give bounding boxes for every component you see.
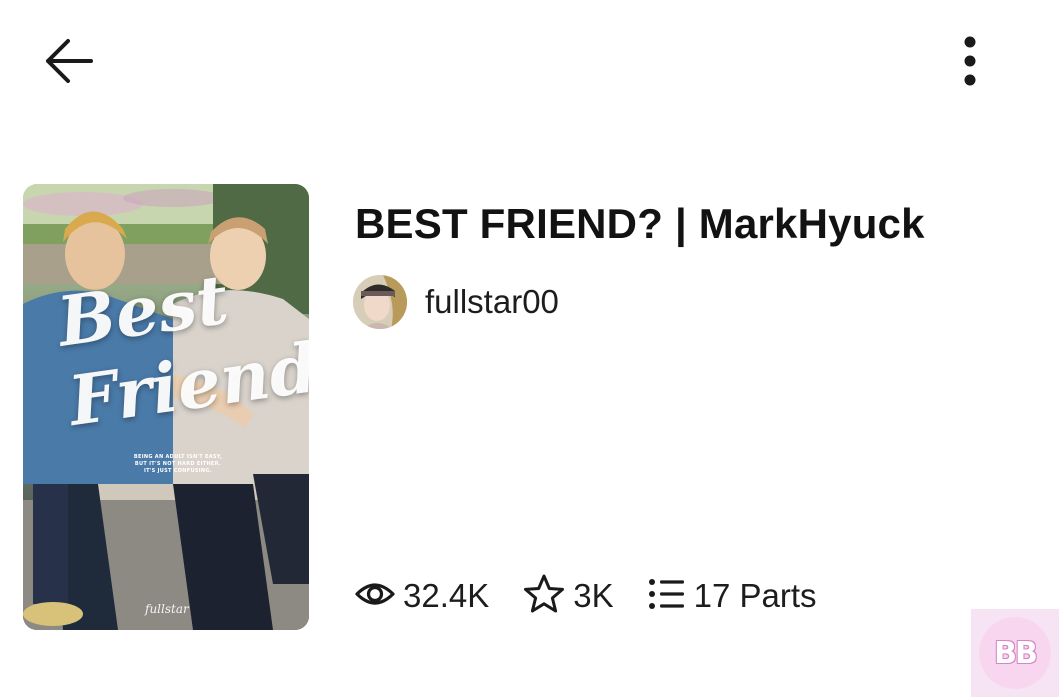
author-name: fullstar00 [425,283,559,320]
reads-stat: 32.4K [355,574,489,619]
author-link[interactable]: fullstar00 [353,275,559,329]
cover-tagline: BEING AN ADULT ISN'T EASY, BUT IT'S NOT … [133,454,223,474]
reads-count: 32.4K [403,577,490,614]
parts-count: 17 Parts [693,577,817,614]
back-button[interactable] [36,34,100,92]
parts-stat: 17 Parts [648,576,817,617]
arrow-left-icon [41,34,95,93]
watermark-text: BB [994,635,1038,671]
votes-stat: 3K [523,573,614,620]
author-avatar[interactable] [353,275,407,329]
watermark-logo: BB [971,609,1059,697]
story-details-screen: Best Friend? BEING AN ADULT ISN'T EASY, … [0,0,1059,697]
list-icon [648,576,686,617]
story-title: BEST FRIEND? | MarkHyuck [355,200,925,247]
story-stats: 32.4K 3K 17 Parts [355,573,851,619]
cover-title-text: Best Friend? [53,259,309,442]
more-options-button[interactable] [946,34,994,92]
eye-icon [355,574,395,619]
star-icon [523,573,565,620]
more-vertical-icon [962,35,978,92]
votes-count: 3K [573,577,614,614]
cover-signature: fullstar [145,602,189,616]
story-cover[interactable]: Best Friend? BEING AN ADULT ISN'T EASY, … [23,184,309,630]
